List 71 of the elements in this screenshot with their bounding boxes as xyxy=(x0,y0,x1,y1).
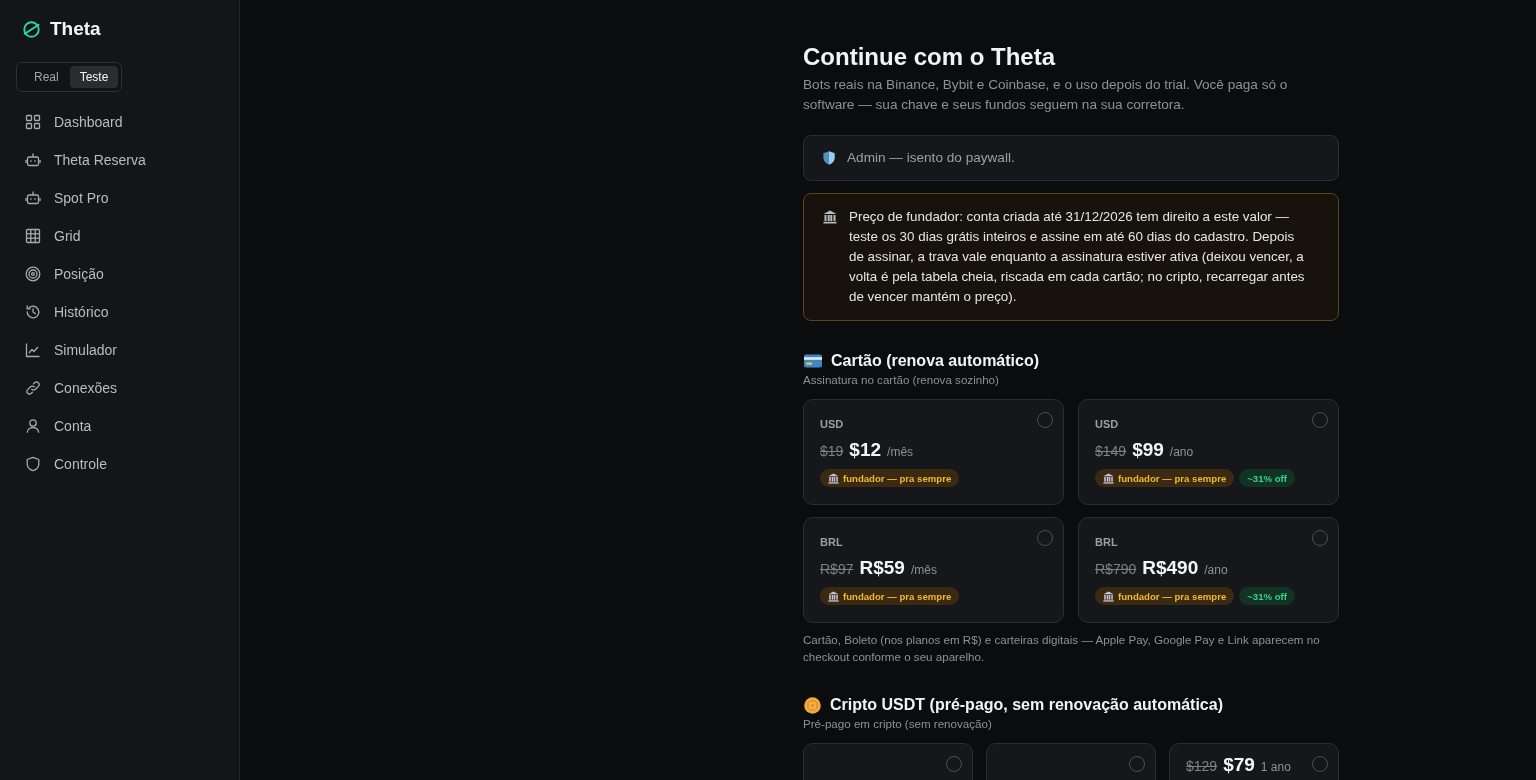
link-icon xyxy=(25,380,41,396)
nav-item[interactable]: Theta Reserva xyxy=(16,141,223,179)
old-price: R$97 xyxy=(820,560,854,579)
chart-icon xyxy=(25,342,41,358)
page-title: Continue com o Theta xyxy=(803,42,1057,72)
price-period: /ano xyxy=(1204,562,1228,579)
credit-card-icon xyxy=(804,354,822,368)
history-icon xyxy=(25,304,41,320)
tag-label: fundador — pra sempre xyxy=(1118,472,1227,484)
section-title: Cripto USDT (pré-pago, sem renovação automática) xyxy=(830,695,1223,715)
user-icon xyxy=(25,418,41,434)
mode-tab[interactable]: Real xyxy=(20,66,70,88)
section-footnote: Cartão, Boleto (nos planos em R$) e carteiras digitais — Apple Pay, Google Pay e Link aparecem no checkout conforme o seu aparelho. xyxy=(803,632,1321,665)
price-period: /mês xyxy=(910,562,937,579)
bank-icon xyxy=(1103,472,1114,484)
nav-item[interactable]: Conta xyxy=(16,407,223,445)
shield-icon xyxy=(823,151,835,165)
nav-item[interactable]: Posição xyxy=(16,255,223,293)
nav-item[interactable]: Spot Pro xyxy=(16,179,223,217)
plan-card[interactable]: BRL R$790 R$490 /ano fundador — pra sempre ~31% off xyxy=(1078,517,1339,623)
bank-icon xyxy=(823,210,837,224)
section-subtitle: Assinatura no cartão (renova sozinho) xyxy=(803,372,1000,388)
mode-tab[interactable]: Teste xyxy=(69,66,119,88)
nav-item[interactable]: Conexões xyxy=(16,369,223,407)
old-price: $19 xyxy=(820,442,844,461)
nav-item[interactable]: Grid xyxy=(16,217,223,255)
nav-item[interactable]: Dashboard xyxy=(16,103,223,141)
nav-item[interactable]: Controle xyxy=(16,445,223,483)
page-subtitle: Bots reais na Binance, Bybit e Coinbase, e o uso depois do trial. Você paga só o software — sua chave e seus fundos seguem na sua corretora. xyxy=(803,76,1289,114)
price-period: /ano xyxy=(1169,444,1194,461)
plan-card[interactable]: BRL R$97 R$59 /mês fundador — pra sempre xyxy=(803,517,1064,623)
notice-text: Admin — isento do paywall. xyxy=(847,149,1015,167)
price-period: 1 ano xyxy=(1260,759,1291,776)
plan-card[interactable]: USD $19 $12 /mês fundador — pra sempre xyxy=(803,399,1064,505)
price-period: /mês xyxy=(887,444,914,461)
plan-card[interactable]: USD $149 $99 /ano fundador — pra sempre ~31% off xyxy=(1078,399,1339,505)
shield-icon xyxy=(25,456,41,472)
bank-icon xyxy=(828,590,839,602)
section-subtitle: Pré-pago em cripto (sem renovação) xyxy=(803,716,993,732)
nav-item[interactable]: Simulador xyxy=(16,331,223,369)
tag-label: fundador — pra sempre xyxy=(843,472,952,484)
old-price: $149 xyxy=(1095,442,1127,461)
price: $79 xyxy=(1223,753,1255,777)
nav-item[interactable]: Histórico xyxy=(16,293,223,331)
price: $12 xyxy=(849,438,882,462)
price: $99 xyxy=(1132,438,1164,462)
bank-icon xyxy=(1103,590,1114,602)
discount-tag: ~31% off xyxy=(1239,469,1295,487)
section-title: Cartão (renova automático) xyxy=(831,351,1040,371)
discount-tag: ~31% off xyxy=(1239,587,1295,605)
grid-icon xyxy=(25,114,41,130)
robot-icon xyxy=(25,152,41,168)
currency-label: BRL xyxy=(1095,535,1119,549)
notice-text: Preço de fundador: conta criada até 31/12/2026 tem direito a este valor — teste os 30 dias grátis inteiros e assine em até 60 dias do cadastro. Depois de assinar, a trava vale enquanto a assinatura estiver ativa (deixou vencer, a volta é pela tabela cheia, riscada em cada cartão; no cripto, recarregar antes de vencer mantém o preço). xyxy=(849,208,1306,306)
currency-label: USD xyxy=(1095,417,1120,431)
coin-icon xyxy=(804,696,821,714)
price: R$59 xyxy=(859,556,905,580)
old-price: R$790 xyxy=(1095,560,1137,579)
plan-card[interactable]: $129 $79 1 ano xyxy=(1169,743,1339,780)
table-icon xyxy=(25,228,41,244)
logo-icon xyxy=(22,19,41,39)
tag-label: fundador — pra sempre xyxy=(843,590,952,602)
target-icon xyxy=(25,266,41,282)
bank-icon xyxy=(828,472,839,484)
tag-label: fundador — pra sempre xyxy=(1118,590,1227,602)
brand-name: Theta xyxy=(50,18,101,40)
currency-label: USD xyxy=(820,417,845,431)
currency-label: BRL xyxy=(820,535,844,549)
old-price: $129 xyxy=(1186,757,1218,776)
robot-icon xyxy=(25,190,41,206)
price: R$490 xyxy=(1142,556,1199,580)
